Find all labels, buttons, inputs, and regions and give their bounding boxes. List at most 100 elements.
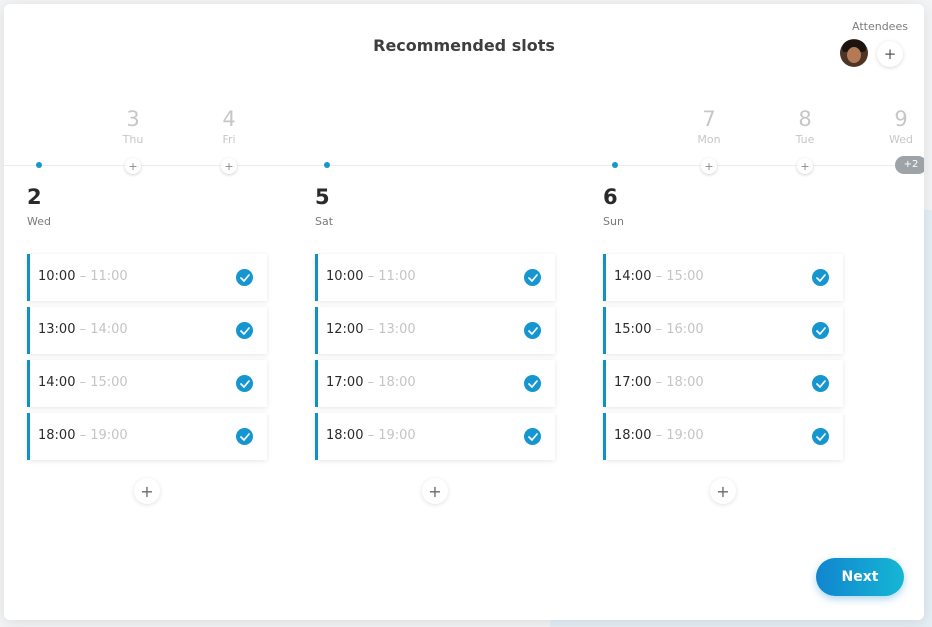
time-slot[interactable]: 17:00 – 18:00 (315, 360, 555, 407)
time-slot[interactable]: 12:00 – 13:00 (315, 307, 555, 354)
slot-end: 18:00 (378, 375, 416, 390)
check-circle-icon[interactable] (236, 428, 253, 445)
slot-separator: – (651, 375, 667, 390)
slot-time: 13:00 – 14:00 (38, 322, 128, 337)
day-of-week: Sun (603, 215, 624, 228)
day-7[interactable]: 7 Mon (689, 108, 729, 146)
day-of-week: Wed (27, 215, 51, 228)
plus-icon: + (140, 481, 154, 501)
day-9[interactable]: 9 Wed (881, 108, 921, 146)
check-circle-icon[interactable] (812, 375, 829, 392)
check-circle-icon[interactable] (524, 322, 541, 339)
slot-start: 18:00 (326, 428, 364, 443)
slot-start: 14:00 (614, 269, 652, 284)
slot-start: 14:00 (38, 375, 76, 390)
slot-time: 18:00 – 19:00 (614, 428, 704, 443)
time-slot[interactable]: 14:00 – 15:00 (603, 254, 843, 301)
add-day-3-button[interactable]: + (125, 158, 141, 174)
more-days-badge[interactable]: +2 (895, 156, 924, 174)
day-header-6: 6 Sun (603, 186, 624, 228)
slot-start: 13:00 (38, 322, 76, 337)
slot-end: 19:00 (90, 428, 128, 443)
slot-time: 15:00 – 16:00 (614, 322, 704, 337)
day-3[interactable]: 3 Thu (113, 108, 153, 146)
background-panel (924, 210, 932, 627)
check-circle-icon[interactable] (236, 322, 253, 339)
slot-end: 14:00 (90, 322, 128, 337)
slot-end: 15:00 (90, 375, 128, 390)
time-slot[interactable]: 18:00 – 19:00 (315, 413, 555, 460)
add-attendee-button[interactable]: + (877, 41, 903, 67)
timeline-line (4, 165, 924, 166)
selected-day-dot (612, 162, 618, 168)
check-circle-icon[interactable] (524, 428, 541, 445)
check-circle-icon[interactable] (236, 375, 253, 392)
check-circle-icon[interactable] (812, 269, 829, 286)
check-circle-icon[interactable] (236, 269, 253, 286)
day-of-week: Mon (697, 133, 721, 146)
day-number: 7 (702, 107, 716, 131)
time-slot[interactable]: 10:00 – 11:00 (27, 254, 267, 301)
day-of-week: Tue (795, 133, 815, 146)
slot-start: 10:00 (326, 269, 364, 284)
day-of-week: Fri (222, 133, 236, 146)
slot-time: 14:00 – 15:00 (38, 375, 128, 390)
day-number: 9 (894, 107, 908, 131)
add-day-8-button[interactable]: + (797, 158, 813, 174)
slot-time: 10:00 – 11:00 (38, 269, 128, 284)
add-slot-button[interactable]: + (134, 478, 160, 504)
slot-separator: – (75, 428, 91, 443)
check-circle-icon[interactable] (812, 428, 829, 445)
slot-separator: – (363, 375, 379, 390)
slot-end: 18:00 (666, 375, 704, 390)
selected-day-dot (324, 162, 330, 168)
slot-end: 16:00 (666, 322, 704, 337)
slot-end: 19:00 (666, 428, 704, 443)
slot-separator: – (75, 375, 91, 390)
slot-time: 18:00 – 19:00 (38, 428, 128, 443)
time-slot[interactable]: 10:00 – 11:00 (315, 254, 555, 301)
plus-icon: + (128, 159, 138, 173)
slot-separator: – (363, 269, 379, 284)
recommended-slots-modal: Recommended slots Attendees + 3 Thu + 4 … (4, 4, 924, 620)
plus-icon: + (428, 481, 442, 501)
plus-icon: + (800, 159, 810, 173)
check-circle-icon[interactable] (812, 322, 829, 339)
slot-time: 17:00 – 18:00 (326, 375, 416, 390)
slot-time: 12:00 – 13:00 (326, 322, 416, 337)
day-8[interactable]: 8 Tue (785, 108, 825, 146)
time-slot[interactable]: 18:00 – 19:00 (27, 413, 267, 460)
day-number: 4 (222, 107, 236, 131)
day-4[interactable]: 4 Fri (209, 108, 249, 146)
slot-start: 18:00 (614, 428, 652, 443)
slot-start: 15:00 (614, 322, 652, 337)
add-day-7-button[interactable]: + (701, 158, 717, 174)
plus-icon: + (704, 159, 714, 173)
time-slot[interactable]: 15:00 – 16:00 (603, 307, 843, 354)
add-slot-button[interactable]: + (422, 478, 448, 504)
slot-start: 17:00 (614, 375, 652, 390)
add-slot-button[interactable]: + (710, 478, 736, 504)
day-number: 3 (126, 107, 140, 131)
time-slot[interactable]: 18:00 – 19:00 (603, 413, 843, 460)
modal-title: Recommended slots (373, 36, 555, 55)
check-circle-icon[interactable] (524, 269, 541, 286)
day-header-2: 2 Wed (27, 186, 51, 228)
slot-end: 15:00 (666, 269, 704, 284)
add-day-4-button[interactable]: + (221, 158, 237, 174)
plus-icon: + (716, 481, 730, 501)
slot-end: 11:00 (90, 269, 128, 284)
next-button[interactable]: Next (816, 558, 904, 596)
plus-icon: + (224, 159, 234, 173)
time-slot[interactable]: 13:00 – 14:00 (27, 307, 267, 354)
slot-separator: – (651, 269, 667, 284)
slot-time: 17:00 – 18:00 (614, 375, 704, 390)
slot-time: 10:00 – 11:00 (326, 269, 416, 284)
slot-start: 18:00 (38, 428, 76, 443)
attendee-avatar[interactable] (840, 39, 868, 67)
time-slot[interactable]: 14:00 – 15:00 (27, 360, 267, 407)
slot-end: 11:00 (378, 269, 416, 284)
avatar-face (847, 47, 861, 63)
check-circle-icon[interactable] (524, 375, 541, 392)
time-slot[interactable]: 17:00 – 18:00 (603, 360, 843, 407)
